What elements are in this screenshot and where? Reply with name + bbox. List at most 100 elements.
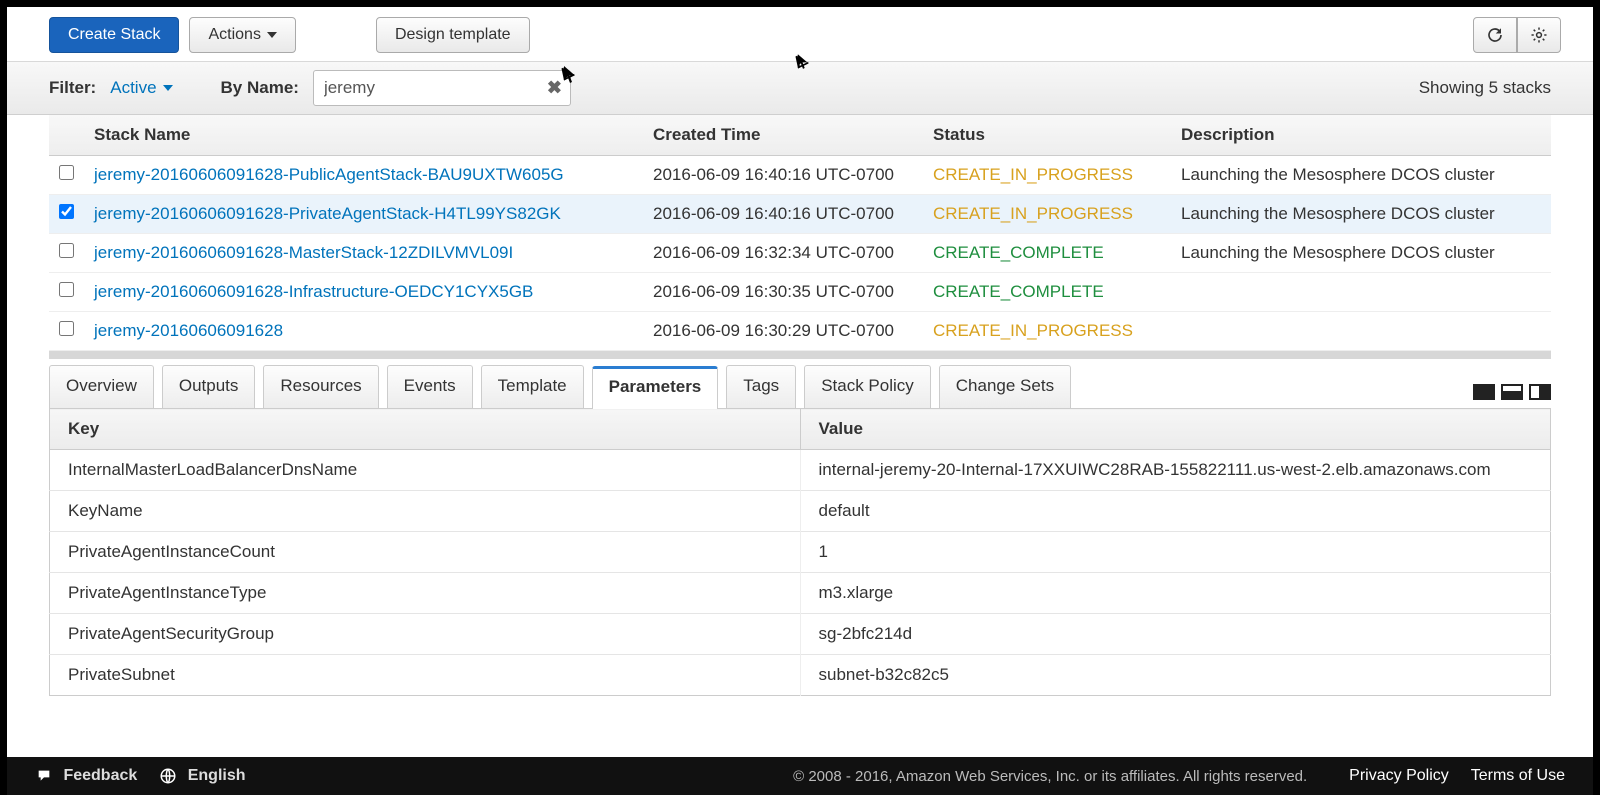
- created-time: 2016-06-09 16:30:35 UTC-0700: [643, 273, 923, 312]
- param-key: PrivateAgentInstanceType: [50, 573, 801, 614]
- tab-resources[interactable]: Resources: [263, 365, 378, 408]
- stack-name-link[interactable]: jeremy-20160606091628-MasterStack-12ZDIL…: [94, 243, 513, 262]
- table-row[interactable]: jeremy-20160606091628 2016-06-09 16:30:29…: [49, 312, 1551, 351]
- col-status[interactable]: Status: [923, 115, 1171, 156]
- col-key[interactable]: Key: [50, 409, 801, 450]
- tab-template[interactable]: Template: [481, 365, 584, 408]
- language-label: English: [188, 767, 246, 784]
- filter-status-text: Active: [110, 78, 156, 98]
- created-time: 2016-06-09 16:40:16 UTC-0700: [643, 156, 923, 195]
- col-value[interactable]: Value: [800, 409, 1551, 450]
- created-time: 2016-06-09 16:30:29 UTC-0700: [643, 312, 923, 351]
- status-text: CREATE_IN_PROGRESS: [923, 195, 1171, 234]
- col-stack-name[interactable]: Stack Name: [84, 115, 643, 156]
- stack-name-link[interactable]: jeremy-20160606091628-PublicAgentStack-B…: [94, 165, 564, 184]
- copyright-text: © 2008 - 2016, Amazon Web Services, Inc.…: [268, 768, 1328, 785]
- actions-label: Actions: [208, 26, 260, 44]
- tab-overview[interactable]: Overview: [49, 365, 154, 408]
- description-text: [1171, 273, 1551, 312]
- stacks-table: Stack Name Created Time Status Descripti…: [49, 115, 1551, 351]
- stack-name-link[interactable]: jeremy-20160606091628-PrivateAgentStack-…: [94, 204, 561, 223]
- description-text: [1171, 312, 1551, 351]
- table-row: InternalMasterLoadBalancerDnsNameinterna…: [50, 450, 1551, 491]
- row-checkbox[interactable]: [59, 243, 74, 258]
- settings-button[interactable]: [1517, 17, 1561, 53]
- param-value: subnet-b32c82c5: [800, 655, 1551, 696]
- layout-hsplit-icon[interactable]: [1501, 384, 1523, 400]
- layout-vsplit-icon[interactable]: [1529, 384, 1551, 400]
- param-key: PrivateAgentInstanceCount: [50, 532, 801, 573]
- table-row[interactable]: jeremy-20160606091628-PublicAgentStack-B…: [49, 156, 1551, 195]
- table-row: PrivateAgentInstanceTypem3.xlarge: [50, 573, 1551, 614]
- col-checkbox: [49, 115, 84, 156]
- parameters-table: Key Value InternalMasterLoadBalancerDnsN…: [49, 408, 1551, 696]
- refresh-button[interactable]: [1473, 17, 1517, 53]
- table-row: PrivateSubnetsubnet-b32c82c5: [50, 655, 1551, 696]
- pane-divider[interactable]: [49, 351, 1551, 359]
- toolbar: Create Stack Actions Design template: [7, 7, 1593, 61]
- tab-outputs[interactable]: Outputs: [162, 365, 256, 408]
- tab-parameters[interactable]: Parameters: [592, 366, 719, 409]
- clear-filter-icon[interactable]: ✖: [547, 78, 562, 99]
- description-text: Launching the Mesosphere DCOS cluster: [1171, 156, 1551, 195]
- globe-icon: [159, 767, 177, 785]
- row-checkbox[interactable]: [59, 204, 74, 219]
- status-text: CREATE_COMPLETE: [923, 234, 1171, 273]
- refresh-icon: [1486, 26, 1504, 44]
- design-template-button[interactable]: Design template: [376, 17, 530, 53]
- tab-tags[interactable]: Tags: [726, 365, 796, 408]
- caret-down-icon: [267, 32, 277, 38]
- privacy-link[interactable]: Privacy Policy: [1349, 767, 1449, 785]
- status-text: CREATE_IN_PROGRESS: [923, 156, 1171, 195]
- gear-icon: [1530, 26, 1548, 44]
- table-row: PrivateAgentSecurityGroupsg-2bfc214d: [50, 614, 1551, 655]
- tab-events[interactable]: Events: [387, 365, 473, 408]
- caret-down-icon: [163, 85, 173, 91]
- actions-dropdown[interactable]: Actions: [189, 17, 295, 53]
- feedback-link[interactable]: Feedback: [35, 767, 137, 785]
- name-filter-wrap: ✖: [313, 70, 571, 106]
- feedback-label: Feedback: [63, 767, 137, 784]
- feedback-icon: [35, 768, 53, 784]
- param-key: PrivateSubnet: [50, 655, 801, 696]
- create-stack-button[interactable]: Create Stack: [49, 17, 179, 53]
- created-time: 2016-06-09 16:32:34 UTC-0700: [643, 234, 923, 273]
- filter-label: Filter:: [49, 78, 96, 98]
- tab-stack-policy[interactable]: Stack Policy: [804, 365, 931, 408]
- created-time: 2016-06-09 16:40:16 UTC-0700: [643, 195, 923, 234]
- terms-link[interactable]: Terms of Use: [1471, 767, 1565, 785]
- status-text: CREATE_COMPLETE: [923, 273, 1171, 312]
- table-row: PrivateAgentInstanceCount1: [50, 532, 1551, 573]
- param-key: PrivateAgentSecurityGroup: [50, 614, 801, 655]
- detail-tabs: Overview Outputs Resources Events Templa…: [7, 359, 1593, 408]
- col-created-time[interactable]: Created Time: [643, 115, 923, 156]
- table-row[interactable]: jeremy-20160606091628-Infrastructure-OED…: [49, 273, 1551, 312]
- layout-single-icon[interactable]: [1473, 384, 1495, 400]
- param-value: internal-jeremy-20-Internal-17XXUIWC28RA…: [800, 450, 1551, 491]
- toolbar-icon-group: [1474, 17, 1561, 53]
- description-text: Launching the Mesosphere DCOS cluster: [1171, 195, 1551, 234]
- tab-change-sets[interactable]: Change Sets: [939, 365, 1071, 408]
- name-filter-input[interactable]: [314, 71, 570, 105]
- status-text: CREATE_IN_PROGRESS: [923, 312, 1171, 351]
- layout-switcher: [1473, 384, 1551, 408]
- param-value: sg-2bfc214d: [800, 614, 1551, 655]
- row-checkbox[interactable]: [59, 282, 74, 297]
- byname-label: By Name:: [221, 78, 299, 98]
- table-row[interactable]: jeremy-20160606091628-PrivateAgentStack-…: [49, 195, 1551, 234]
- table-row: KeyNamedefault: [50, 491, 1551, 532]
- description-text: Launching the Mesosphere DCOS cluster: [1171, 234, 1551, 273]
- param-key: KeyName: [50, 491, 801, 532]
- filter-status-dropdown[interactable]: Active: [110, 78, 172, 98]
- param-value: m3.xlarge: [800, 573, 1551, 614]
- table-row[interactable]: jeremy-20160606091628-MasterStack-12ZDIL…: [49, 234, 1551, 273]
- row-checkbox[interactable]: [59, 165, 74, 180]
- row-checkbox[interactable]: [59, 321, 74, 336]
- param-value: default: [800, 491, 1551, 532]
- param-value: 1: [800, 532, 1551, 573]
- stack-name-link[interactable]: jeremy-20160606091628: [94, 321, 283, 340]
- stack-name-link[interactable]: jeremy-20160606091628-Infrastructure-OED…: [94, 282, 533, 301]
- col-description[interactable]: Description: [1171, 115, 1551, 156]
- language-selector[interactable]: English: [159, 767, 245, 785]
- showing-count: Showing 5 stacks: [1419, 78, 1551, 98]
